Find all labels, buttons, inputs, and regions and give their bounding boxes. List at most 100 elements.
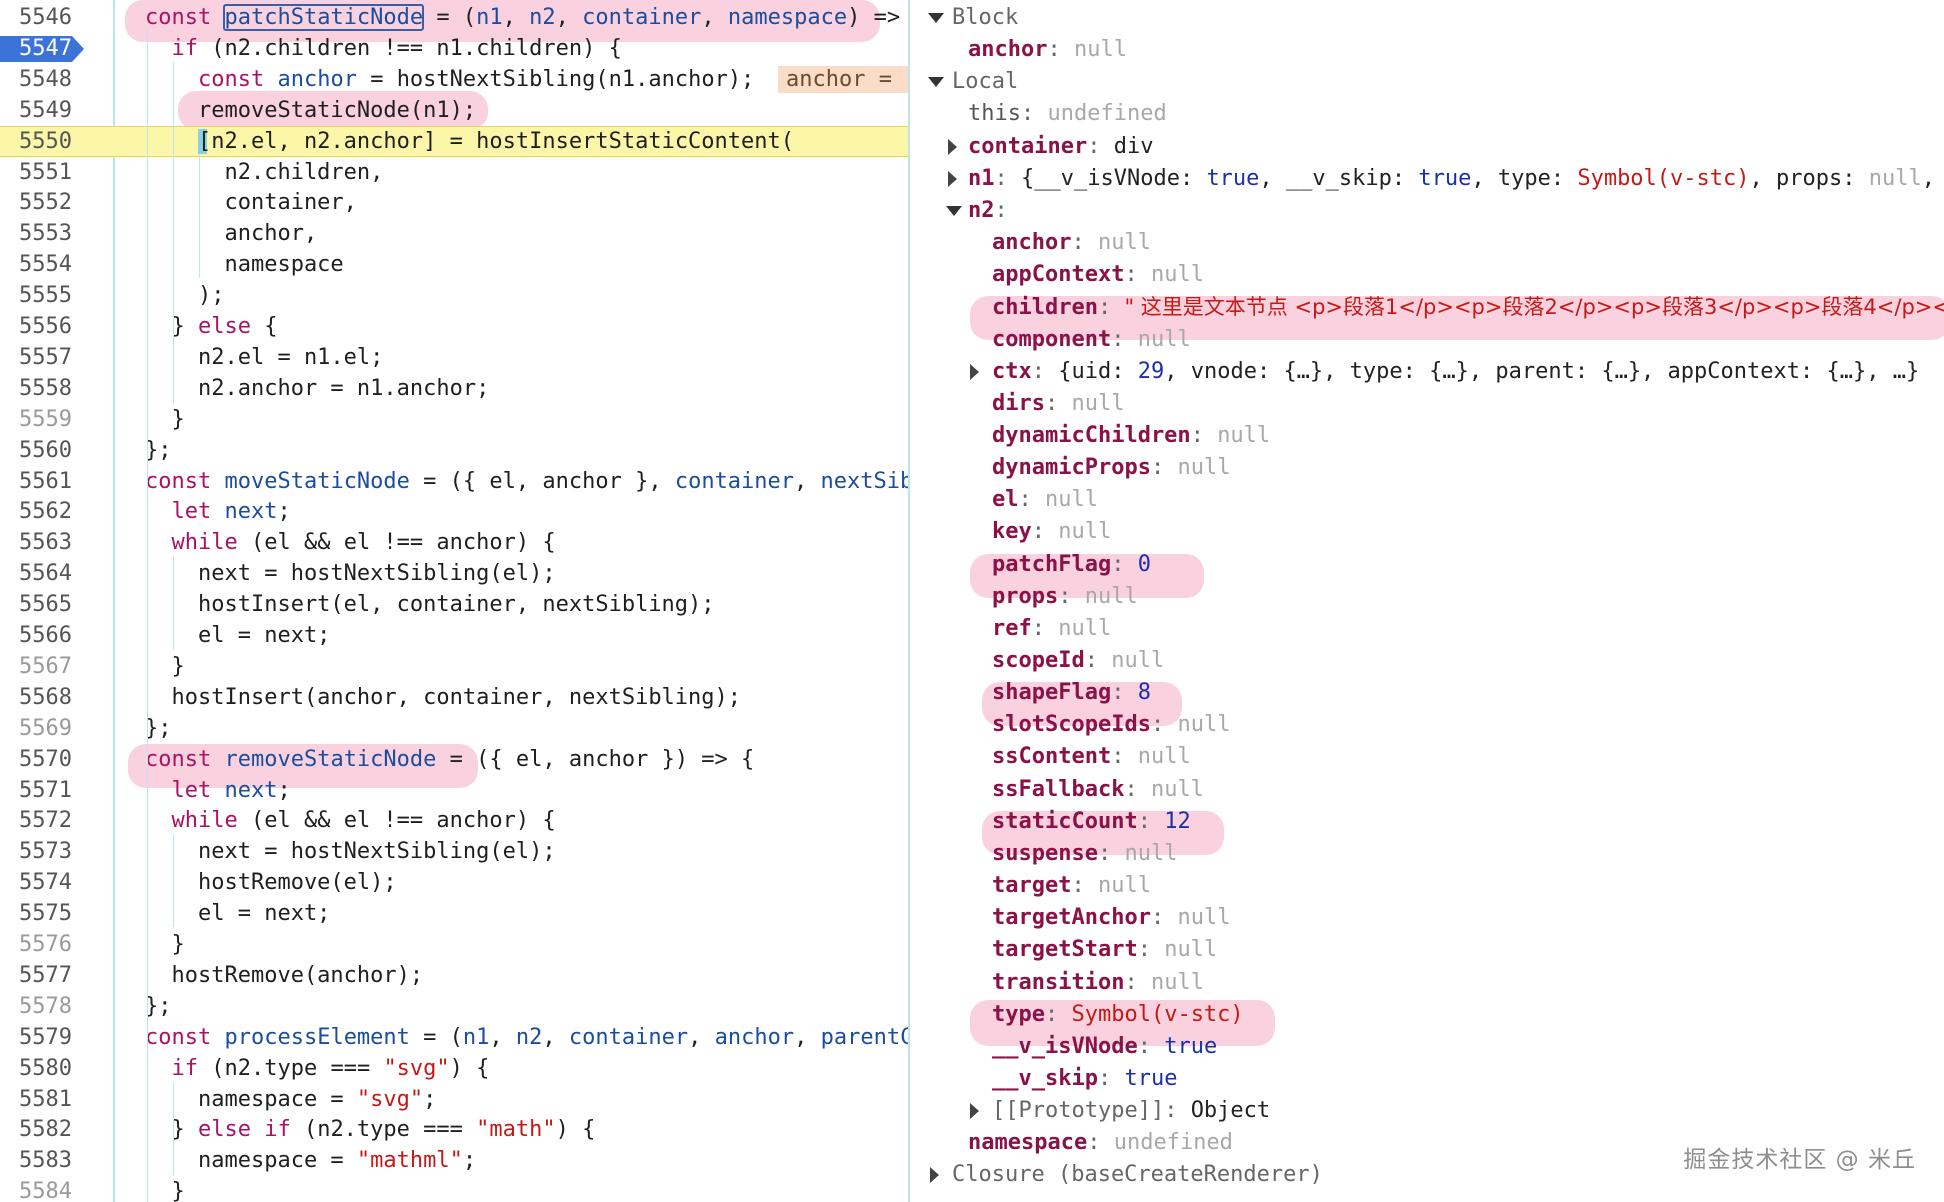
- collapsed-arrow-icon[interactable]: [948, 170, 957, 187]
- code-line[interactable]: 5561 const moveStaticNode = ({ el, anchor…: [0, 466, 908, 497]
- code-line[interactable]: 5551 n2.children,: [0, 157, 908, 188]
- line-number[interactable]: 5580: [0, 1053, 72, 1084]
- code-line[interactable]: 5583 namespace = "mathml";: [0, 1145, 908, 1176]
- line-number[interactable]: 5559: [0, 404, 72, 435]
- line-number[interactable]: 5548: [0, 64, 72, 95]
- code-line[interactable]: 5554 namespace: [0, 249, 908, 280]
- scope-row[interactable]: ssContent: null: [910, 741, 1944, 773]
- breakpoint-marker-icon[interactable]: [72, 35, 84, 62]
- expanded-arrow-icon[interactable]: [928, 13, 944, 23]
- line-number[interactable]: 5577: [0, 960, 72, 991]
- line-number[interactable]: 5579: [0, 1022, 72, 1053]
- line-number[interactable]: 5581: [0, 1084, 72, 1115]
- scope-row[interactable]: __v_isVNode: true: [910, 1031, 1944, 1063]
- code-line[interactable]: 5555 );: [0, 280, 908, 311]
- collapsed-arrow-icon[interactable]: [970, 363, 979, 380]
- scope-row[interactable]: target: null: [910, 870, 1944, 902]
- scope-row[interactable]: appContext: null: [910, 259, 1944, 291]
- code-line[interactable]: 5571 let next;: [0, 775, 908, 806]
- code-line[interactable]: 5579 const processElement = (n1, n2, cont…: [0, 1022, 908, 1053]
- code-line[interactable]: 5572 while (el && el !== anchor) {: [0, 805, 908, 836]
- scope-row[interactable]: dynamicChildren: null: [910, 420, 1944, 452]
- line-number[interactable]: 5561: [0, 466, 72, 497]
- scope-row[interactable]: ctx: {uid: 29, vnode: {…}, type: {…}, pa…: [910, 356, 1944, 388]
- code-line[interactable]: 5560};: [0, 435, 908, 466]
- code-line[interactable]: 5574 hostRemove(el);: [0, 867, 908, 898]
- scope-row[interactable]: Local: [910, 66, 1944, 98]
- scope-row[interactable]: type: Symbol(v-stc): [910, 999, 1944, 1031]
- code-line[interactable]: 5546 const patchStaticNode = (n1, n2, con…: [0, 2, 908, 33]
- line-number[interactable]: 5584: [0, 1176, 72, 1202]
- scope-row[interactable]: n2:: [910, 195, 1944, 227]
- collapsed-arrow-icon[interactable]: [948, 138, 957, 155]
- line-number[interactable]: 5552: [0, 187, 72, 218]
- code-line[interactable]: 5580 if (n2.type === "svg") {: [0, 1053, 908, 1084]
- line-number[interactable]: 5583: [0, 1145, 72, 1176]
- expanded-arrow-icon[interactable]: [946, 205, 962, 216]
- code-line[interactable]: 5567 }: [0, 651, 908, 682]
- code-line[interactable]: 5569};: [0, 713, 908, 744]
- line-number[interactable]: 5546: [0, 2, 72, 33]
- line-number[interactable]: 5550: [0, 126, 72, 157]
- code-line[interactable]: 5565 hostInsert(el, container, nextSibli…: [0, 589, 908, 620]
- scope-row[interactable]: component: null: [910, 324, 1944, 356]
- scope-row[interactable]: Block: [910, 2, 1944, 34]
- line-number[interactable]: 5551: [0, 157, 72, 188]
- scope-row[interactable]: anchor: null: [910, 227, 1944, 259]
- code-line[interactable]: 5558 n2.anchor = n1.anchor;: [0, 373, 908, 404]
- line-number[interactable]: 5582: [0, 1114, 72, 1145]
- scope-row[interactable]: props: null: [910, 581, 1944, 613]
- line-number[interactable]: 5567: [0, 651, 72, 682]
- line-number[interactable]: 5565: [0, 589, 72, 620]
- expanded-arrow-icon[interactable]: [928, 77, 944, 88]
- scope-row[interactable]: __v_skip: true: [910, 1063, 1944, 1095]
- collapsed-arrow-icon[interactable]: [930, 1167, 939, 1184]
- line-number[interactable]: 5571: [0, 775, 72, 806]
- line-number[interactable]: 5555: [0, 280, 72, 311]
- line-number[interactable]: 5564: [0, 558, 72, 589]
- line-number[interactable]: 5556: [0, 311, 72, 342]
- scope-row[interactable]: patchFlag: 0: [910, 549, 1944, 581]
- line-number[interactable]: 5573: [0, 836, 72, 867]
- line-number[interactable]: 5568: [0, 682, 72, 713]
- code-line[interactable]: 5582 } else if (n2.type === "math") {: [0, 1114, 908, 1145]
- code-line[interactable]: 5564 next = hostNextSibling(el);: [0, 558, 908, 589]
- code-line[interactable]: 5552 container,: [0, 187, 908, 218]
- scope-row[interactable]: scopeId: null: [910, 645, 1944, 677]
- code-line[interactable]: 5581 namespace = "svg";: [0, 1084, 908, 1115]
- line-number[interactable]: 5574: [0, 867, 72, 898]
- collapsed-arrow-icon[interactable]: [970, 1103, 979, 1120]
- code-line[interactable]: 5553 anchor,: [0, 218, 908, 249]
- scope-row[interactable]: ssFallback: null: [910, 774, 1944, 806]
- line-number[interactable]: 5578: [0, 991, 72, 1022]
- code-line[interactable]: 5575 el = next;: [0, 898, 908, 929]
- line-number[interactable]: 5554: [0, 249, 72, 280]
- scope-row[interactable]: anchor: null: [910, 34, 1944, 66]
- code-line[interactable]: 5566 el = next;: [0, 620, 908, 651]
- line-number[interactable]: 5558: [0, 373, 72, 404]
- line-number[interactable]: 5557: [0, 342, 72, 373]
- scope-row[interactable]: el: null: [910, 484, 1944, 516]
- scope-row[interactable]: targetAnchor: null: [910, 902, 1944, 934]
- scope-row[interactable]: targetStart: null: [910, 934, 1944, 966]
- line-number[interactable]: 5575: [0, 898, 72, 929]
- scope-row[interactable]: dynamicProps: null: [910, 452, 1944, 484]
- scope-row[interactable]: container: div: [910, 131, 1944, 163]
- code-line[interactable]: 5577 hostRemove(anchor);: [0, 960, 908, 991]
- scope-row[interactable]: dirs: null: [910, 388, 1944, 420]
- scope-row[interactable]: n1: {__v_isVNode: true, __v_skip: true, …: [910, 163, 1944, 195]
- code-line[interactable]: 5563 while (el && el !== anchor) {: [0, 527, 908, 558]
- line-number[interactable]: 5576: [0, 929, 72, 960]
- scope-row[interactable]: key: null: [910, 516, 1944, 548]
- code-line[interactable]: 5547 if (n2.children !== n1.children) {: [0, 33, 908, 64]
- code-line[interactable]: 5548 const anchor = hostNextSibling(n1.a…: [0, 64, 908, 95]
- line-number[interactable]: 5549: [0, 95, 72, 126]
- code-line[interactable]: 5557 n2.el = n1.el;: [0, 342, 908, 373]
- code-line[interactable]: 5562 let next;: [0, 496, 908, 527]
- line-number[interactable]: 5572: [0, 805, 72, 836]
- line-number[interactable]: 5560: [0, 435, 72, 466]
- code-line[interactable]: 5576 }: [0, 929, 908, 960]
- code-line[interactable]: 5549 removeStaticNode(n1);: [0, 95, 908, 126]
- line-number[interactable]: 5553: [0, 218, 72, 249]
- scope-row[interactable]: slotScopeIds: null: [910, 709, 1944, 741]
